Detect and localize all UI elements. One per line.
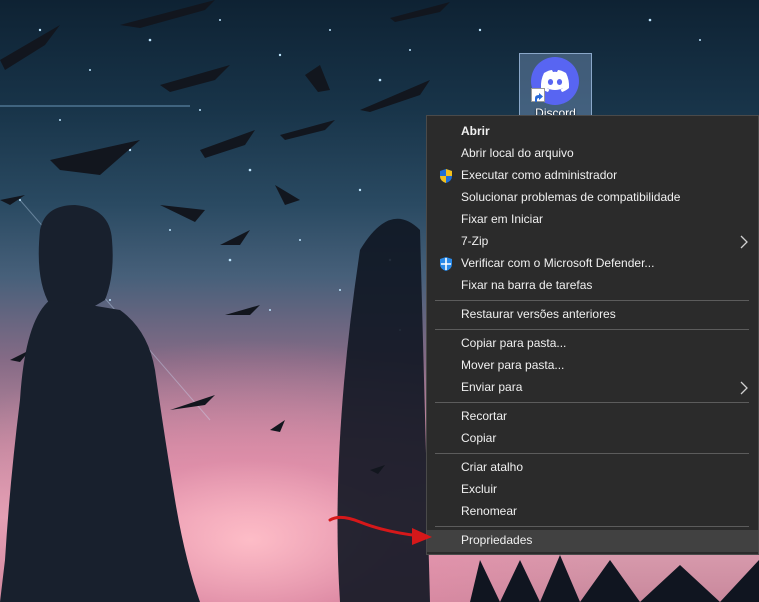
annotation-arrow (328, 515, 432, 545)
